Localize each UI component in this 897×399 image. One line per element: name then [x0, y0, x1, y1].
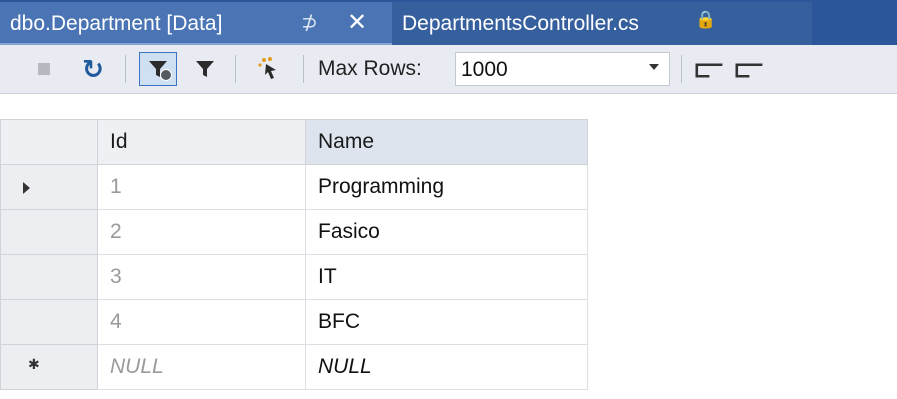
- current-row-arrow-icon: [23, 182, 30, 194]
- select-all-cell[interactable]: [0, 119, 98, 165]
- max-rows-dropdown[interactable]: 1000: [455, 52, 670, 86]
- name-cell[interactable]: BFC: [305, 299, 588, 345]
- name-cell[interactable]: Fasico: [305, 209, 588, 255]
- tab-title: DepartmentsController.cs: [402, 12, 639, 35]
- id-cell[interactable]: 2: [97, 209, 306, 255]
- toolbar-separator: [303, 55, 304, 83]
- execute-icon: [258, 57, 276, 79]
- chevron-down-icon[interactable]: [649, 64, 659, 70]
- toolbar-separator: [125, 55, 126, 83]
- stop-button[interactable]: [28, 45, 60, 93]
- column-header-name[interactable]: Name: [305, 119, 588, 165]
- name-cell[interactable]: IT: [305, 254, 588, 300]
- id-cell[interactable]: 3: [97, 254, 306, 300]
- table-row[interactable]: 3 IT: [0, 254, 588, 300]
- data-grid: Id Name 1 Programming 2 Fasico 3 IT 4 BF…: [0, 119, 588, 390]
- toolbar-separator: [235, 55, 236, 83]
- script-file-icon: ⫍: [735, 53, 763, 83]
- tab-department-data[interactable]: dbo.Department [Data] ⊅ ✕: [0, 2, 392, 45]
- row-selector[interactable]: [0, 299, 98, 345]
- row-selector[interactable]: ✱: [0, 344, 98, 390]
- filter-badge-icon: [160, 69, 172, 81]
- header-row: Id Name: [0, 119, 588, 165]
- name-cell[interactable]: NULL: [305, 344, 588, 390]
- close-icon[interactable]: ✕: [347, 8, 367, 37]
- max-rows-value: 1000: [461, 58, 508, 81]
- row-selector[interactable]: [0, 254, 98, 300]
- generate-script-button[interactable]: ⫍: [692, 45, 726, 93]
- table-row[interactable]: 2 Fasico: [0, 209, 588, 255]
- id-cell[interactable]: NULL: [97, 344, 306, 390]
- apply-filter-button[interactable]: [139, 52, 177, 86]
- pin-icon[interactable]: ⊅: [301, 10, 318, 35]
- table-row[interactable]: 4 BFC: [0, 299, 588, 345]
- id-cell[interactable]: 4: [97, 299, 306, 345]
- results-grid-area: Id Name 1 Programming 2 Fasico 3 IT 4 BF…: [0, 94, 897, 399]
- new-row[interactable]: ✱ NULL NULL: [0, 344, 588, 390]
- lock-icon: 🔒: [695, 10, 717, 29]
- filter-icon: [196, 61, 214, 77]
- tab-departments-controller[interactable]: DepartmentsController.cs 🔒: [392, 2, 812, 45]
- table-row[interactable]: 1 Programming: [0, 164, 588, 210]
- id-cell[interactable]: 1: [97, 164, 306, 210]
- name-cell[interactable]: Programming: [305, 164, 588, 210]
- tab-title: dbo.Department [Data]: [10, 12, 223, 35]
- filter-button[interactable]: [188, 45, 222, 93]
- stop-icon: [38, 63, 50, 75]
- row-selector[interactable]: [0, 164, 98, 210]
- refresh-icon: ↻: [82, 53, 104, 84]
- script-to-file-button[interactable]: ⫍: [732, 45, 766, 93]
- row-selector[interactable]: [0, 209, 98, 255]
- column-header-id[interactable]: Id: [97, 119, 306, 165]
- max-rows-label: Max Rows:: [318, 57, 422, 80]
- execute-sql-button[interactable]: [250, 45, 286, 93]
- refresh-button[interactable]: ↻: [76, 45, 110, 93]
- new-row-star-icon: ✱: [28, 356, 40, 372]
- data-editor-toolbar: ↻ Max Rows: 1000 ⫍ ⫍: [0, 45, 897, 94]
- toolbar-separator: [681, 55, 682, 83]
- document-tab-strip: dbo.Department [Data] ⊅ ✕ DepartmentsCon…: [0, 0, 897, 45]
- script-icon: ⫍: [695, 53, 723, 83]
